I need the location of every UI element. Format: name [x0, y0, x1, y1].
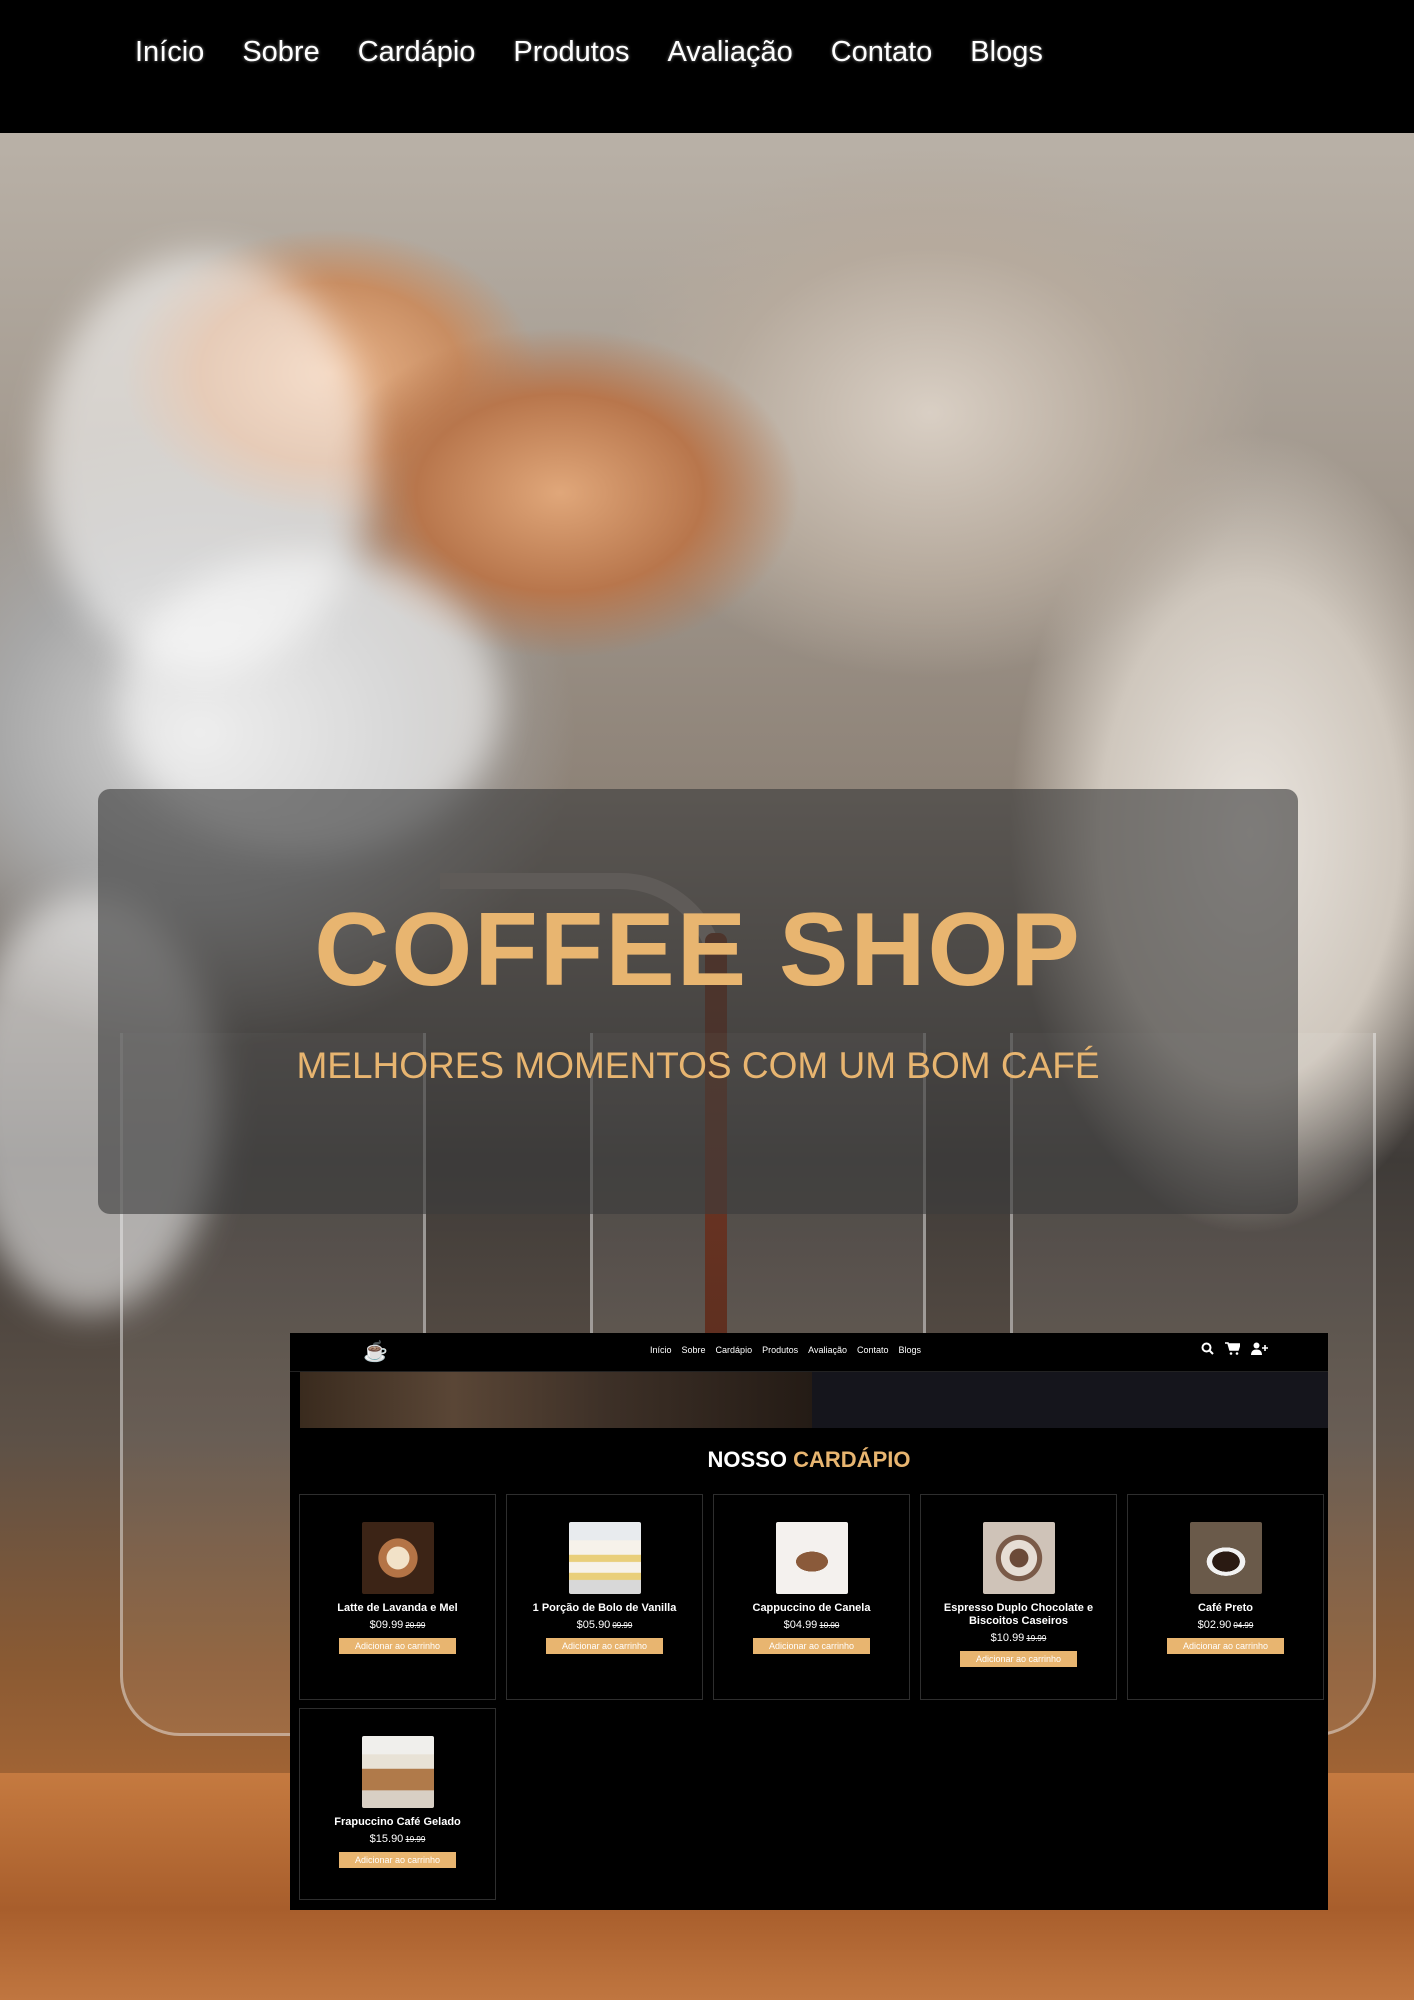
- preview-nav-links: Início Sobre Cardápio Produtos Avaliação…: [650, 1345, 931, 1355]
- menu-title-prefix: NOSSO: [707, 1447, 787, 1472]
- price-old: 19.99: [1026, 1634, 1047, 1643]
- add-to-cart-button[interactable]: Adicionar ao carrinho: [545, 1638, 664, 1654]
- preview-banner: [300, 1372, 1328, 1428]
- cart-icon[interactable]: [1225, 1342, 1242, 1358]
- product-card: Latte de Lavanda e Mel $09.99 20.99 Adici…: [299, 1494, 496, 1700]
- nav-inicio[interactable]: Início: [135, 36, 204, 69]
- price-old: 19.99: [405, 1835, 426, 1844]
- product-card: 1 Porção de Bolo de Vanilla $05.90 09.99 …: [506, 1494, 703, 1700]
- product-price: $09.99 20.99: [300, 1619, 495, 1631]
- nav-avaliacao[interactable]: Avaliação: [667, 36, 792, 69]
- product-image-black-coffee: [1189, 1522, 1262, 1594]
- nav-cardapio[interactable]: Cardápio: [358, 36, 476, 69]
- price-current: $09.99: [369, 1619, 404, 1631]
- price-old: 09.99: [612, 1621, 633, 1630]
- product-name: 1 Porção de Bolo de Vanilla: [532, 1602, 677, 1614]
- nav-blogs[interactable]: Blogs: [970, 36, 1043, 69]
- product-price: $02.90 04.99: [1128, 1619, 1323, 1631]
- preview-banner-image: [300, 1372, 812, 1428]
- product-price: $04.99 10.00: [714, 1619, 909, 1631]
- price-current: $15.90: [369, 1833, 404, 1845]
- add-to-cart-button[interactable]: Adicionar ao carrinho: [752, 1638, 871, 1654]
- preview-nav-cardapio[interactable]: Cardápio: [716, 1345, 753, 1355]
- preview-nav-avaliacao[interactable]: Avaliação: [808, 1345, 847, 1355]
- price-current: $02.90: [1197, 1619, 1232, 1631]
- add-to-cart-button[interactable]: Adicionar ao carrinho: [959, 1651, 1078, 1667]
- main-nav: Início Sobre Cardápio Produtos Avaliação…: [0, 0, 1414, 133]
- preview-nav-contato[interactable]: Contato: [857, 1345, 889, 1355]
- price-old: 20.99: [405, 1621, 426, 1630]
- preview-nav-produtos[interactable]: Produtos: [762, 1345, 798, 1355]
- product-image-espresso: [982, 1522, 1055, 1594]
- add-to-cart-button[interactable]: Adicionar ao carrinho: [338, 1638, 457, 1654]
- nav-contato[interactable]: Contato: [831, 36, 933, 69]
- nav-produtos[interactable]: Produtos: [513, 36, 629, 69]
- add-user-icon[interactable]: [1251, 1342, 1268, 1358]
- product-name: Cappuccino de Canela: [752, 1602, 871, 1614]
- add-to-cart-button[interactable]: Adicionar ao carrinho: [1166, 1638, 1285, 1654]
- product-price: $15.90 19.99: [300, 1833, 495, 1845]
- menu-preview-screenshot: ☕ Início Sobre Cardápio Produtos Avaliaç…: [290, 1333, 1328, 1910]
- nav-sobre[interactable]: Sobre: [242, 36, 319, 69]
- product-image-latte: [361, 1522, 434, 1594]
- hero-overlay: COFFEE SHOP MELHORES MOMENTOS COM UM BOM…: [98, 789, 1298, 1214]
- product-image-cappuccino: [775, 1522, 848, 1594]
- product-name: Café Preto: [1197, 1602, 1254, 1614]
- price-current: $10.99: [990, 1632, 1025, 1644]
- price-current: $05.90: [576, 1619, 611, 1631]
- price-current: $04.99: [783, 1619, 818, 1631]
- preview-nav: ☕ Início Sobre Cardápio Produtos Avaliaç…: [290, 1333, 1328, 1372]
- preview-nav-blogs[interactable]: Blogs: [899, 1345, 922, 1355]
- add-to-cart-button[interactable]: Adicionar ao carrinho: [338, 1852, 457, 1868]
- product-name: Latte de Lavanda e Mel: [337, 1602, 458, 1614]
- price-old: 04.99: [1233, 1621, 1254, 1630]
- product-name: Frapuccino Café Gelado: [334, 1816, 461, 1828]
- menu-section-title: NOSSO CARDÁPIO: [290, 1447, 1328, 1473]
- product-card: Cappuccino de Canela $04.99 10.00 Adicion…: [713, 1494, 910, 1700]
- product-card: Espresso Duplo Chocolate e Biscoitos Cas…: [920, 1494, 1117, 1700]
- price-old: 10.00: [819, 1621, 840, 1630]
- hero-title: COFFEE SHOP: [314, 892, 1082, 1008]
- product-name: Espresso Duplo Chocolate e Biscoitos Cas…: [943, 1602, 1094, 1627]
- hero-subtitle: MELHORES MOMENTOS COM UM BOM CAFÉ: [296, 1045, 1100, 1086]
- menu-title-accent: CARDÁPIO: [793, 1447, 911, 1472]
- preview-nav-icons: [1190, 1342, 1268, 1358]
- coffee-cup-icon[interactable]: ☕: [363, 1339, 388, 1364]
- product-image-cake: [568, 1522, 641, 1594]
- product-card: Frapuccino Café Gelado $15.90 19.99 Adici…: [299, 1708, 496, 1900]
- product-price: $05.90 09.99: [507, 1619, 702, 1631]
- product-image-frapuccino: [361, 1736, 434, 1808]
- search-icon[interactable]: [1201, 1342, 1214, 1358]
- preview-nav-inicio[interactable]: Início: [650, 1345, 672, 1355]
- product-price: $10.99 19.99: [921, 1632, 1116, 1644]
- preview-nav-sobre[interactable]: Sobre: [682, 1345, 706, 1355]
- product-card: Café Preto $02.90 04.99 Adicionar ao carr…: [1127, 1494, 1324, 1700]
